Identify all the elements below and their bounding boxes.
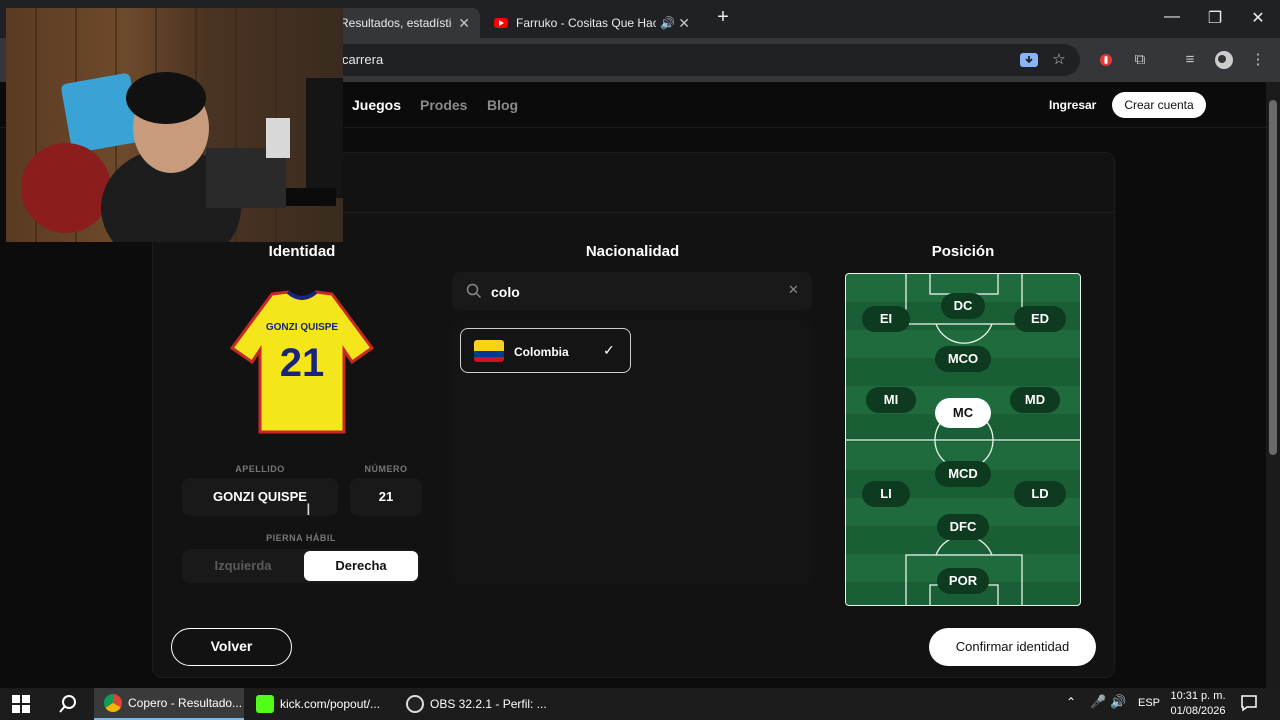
chrome-icon (104, 694, 122, 712)
position-mco[interactable]: MCO (935, 346, 991, 372)
media-control-icon[interactable]: ≡ (1180, 50, 1200, 70)
position-dfc[interactable]: DFC (937, 514, 989, 540)
surname-input[interactable]: GONZI QUISPE (182, 478, 338, 516)
foot-label: PIERNA HÁBIL (266, 533, 336, 543)
speaker-icon[interactable]: 🔊 (660, 16, 675, 30)
obs-icon (406, 695, 424, 713)
position-md[interactable]: MD (1010, 387, 1060, 413)
surname-label: APELLIDO (235, 464, 285, 474)
url-text[interactable]: carrera (342, 52, 383, 67)
nav-prodes[interactable]: Prodes (420, 97, 467, 113)
back-button[interactable]: Volver (171, 628, 292, 666)
restore-icon[interactable]: ❐ (1200, 8, 1230, 28)
taskbar-chrome[interactable]: Copero - Resultado... (94, 688, 244, 720)
position-mcd[interactable]: MCD (935, 461, 991, 487)
language-indicator[interactable]: ESP (1138, 697, 1160, 709)
foot-left-option[interactable]: Izquierda (184, 551, 302, 581)
taskbar-obs[interactable]: OBS 32.2.1 - Perfil: ... (402, 688, 552, 720)
address-bar[interactable] (330, 44, 1080, 76)
new-tab-icon[interactable]: + (708, 6, 738, 29)
close-window-icon[interactable]: ✕ (1243, 8, 1273, 28)
nationality-heading: Nacionalidad (585, 243, 680, 260)
clear-search-icon[interactable]: ✕ (788, 282, 799, 298)
jersey-number-text: 21 (280, 341, 325, 385)
nav-juegos[interactable]: Juegos (352, 97, 401, 113)
minimize-icon[interactable]: — (1157, 8, 1187, 26)
scrollbar-thumb[interactable] (1269, 100, 1277, 455)
identity-heading: Identidad (268, 243, 336, 260)
tab-farruko[interactable]: Farruko - Cositas Que Hacia 🔊 ✕ (484, 8, 700, 38)
foot-right-option[interactable]: Derecha (304, 551, 418, 581)
colombia-flag-icon (474, 340, 504, 362)
search-icon[interactable] (58, 694, 78, 719)
jersey-name-text: GONZI QUISPE (266, 322, 339, 333)
profile-avatar-icon[interactable] (1214, 50, 1234, 70)
login-link[interactable]: Ingresar (1049, 98, 1096, 112)
extensions-puzzle-icon[interactable]: ⧉ (1130, 50, 1150, 70)
tab-close-icon[interactable]: ✕ (678, 15, 690, 32)
tab-title: Resultados, estadística (340, 16, 452, 30)
kick-icon (256, 695, 274, 713)
position-ei[interactable]: EI (862, 306, 910, 332)
number-label: NÚMERO (364, 464, 408, 474)
bookmark-star-icon[interactable]: ☆ (1049, 50, 1069, 70)
position-ld[interactable]: LD (1014, 481, 1066, 507)
clock-date: 01/08/2026 (1170, 705, 1226, 717)
tray-chevron-icon[interactable]: ⌃ (1066, 695, 1076, 709)
install-app-icon[interactable] (1019, 50, 1039, 70)
position-por[interactable]: POR (937, 568, 989, 594)
windows-start-icon[interactable] (12, 695, 30, 718)
youtube-icon (494, 18, 508, 28)
taskbar-label: Copero - Resultado... (128, 696, 243, 710)
tab-resultados[interactable]: Resultados, estadística ✕ (330, 8, 480, 38)
webcam-overlay (6, 8, 343, 242)
nav-blog[interactable]: Blog (487, 97, 518, 113)
check-icon: ✓ (603, 342, 615, 358)
clock-time: 10:31 p. m. (1170, 690, 1226, 702)
tab-close-icon[interactable]: ✕ (458, 15, 470, 32)
text-cursor-icon: I (306, 500, 311, 519)
register-button[interactable]: Crear cuenta (1112, 92, 1206, 118)
position-ed[interactable]: ED (1014, 306, 1066, 332)
position-mc[interactable]: MC (935, 398, 991, 428)
position-mi[interactable]: MI (866, 387, 916, 413)
number-input[interactable]: 21 (350, 478, 422, 516)
chrome-menu-icon[interactable]: ⋮ (1248, 50, 1268, 70)
nationality-name: Colombia (514, 345, 569, 359)
position-dc[interactable]: DC (941, 293, 985, 319)
taskbar-label: kick.com/popout/... (280, 697, 381, 711)
tab-title: Farruko - Cositas Que Hacia (516, 16, 656, 30)
taskbar-clock[interactable]: 10:31 p. m. 01/08/2026 (1168, 688, 1228, 719)
search-icon (466, 283, 482, 299)
extension-red-icon[interactable] (1096, 50, 1116, 70)
position-heading: Posición (931, 243, 995, 260)
microphone-icon[interactable]: 🎤 (1090, 694, 1106, 710)
taskbar-kick[interactable]: kick.com/popout/... (252, 688, 392, 720)
jersey-preview: GONZI QUISPE 21 (228, 290, 376, 438)
taskbar-label: OBS 32.2.1 - Perfil: ... (430, 697, 547, 711)
confirm-identity-button[interactable]: Confirmar identidad (929, 628, 1096, 666)
search-value: colo (491, 284, 520, 300)
volume-icon[interactable]: 🔊 (1110, 694, 1126, 710)
position-li[interactable]: LI (862, 481, 910, 507)
notifications-icon[interactable] (1240, 694, 1258, 717)
